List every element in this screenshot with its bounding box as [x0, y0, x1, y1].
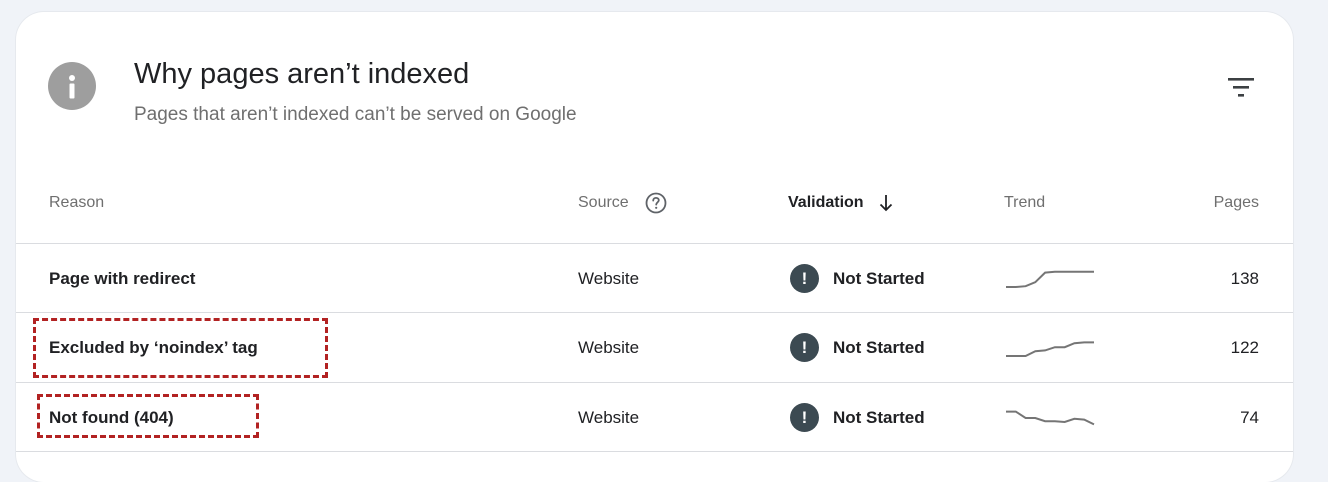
table-row[interactable]: Not found (404) Website ! Not Started 74	[16, 383, 1293, 452]
source-cell: Website	[578, 407, 640, 427]
exclamation-icon: !	[790, 264, 819, 293]
table-divider	[16, 451, 1293, 452]
help-icon[interactable]	[645, 192, 667, 214]
column-header-pages[interactable]: Pages	[1214, 194, 1259, 212]
column-header-reason[interactable]: Reason	[49, 194, 104, 212]
page-subtitle: Pages that aren’t indexed can’t be serve…	[134, 104, 577, 125]
reason-cell: Page with redirect	[49, 268, 196, 288]
validation-status: Not Started	[833, 337, 925, 357]
table-row[interactable]: Excluded by ‘noindex’ tag Website ! Not …	[16, 313, 1293, 382]
trend-cell	[1004, 313, 1096, 382]
trend-line	[1006, 270, 1094, 288]
trend-sparkline	[1006, 340, 1094, 357]
trend-line	[1006, 410, 1095, 425]
column-header-validation[interactable]: Validation	[788, 194, 894, 212]
trend-sparkline	[1006, 270, 1094, 288]
filter-icon[interactable]	[1226, 74, 1258, 102]
trend-line	[1006, 340, 1094, 357]
indexing-report-card: Why pages aren’t indexed Pages that aren…	[16, 12, 1293, 482]
column-header-validation-label: Validation	[788, 194, 864, 211]
validation-cell: ! Not Started	[790, 244, 925, 313]
exclamation-icon: !	[790, 333, 819, 362]
validation-cell: ! Not Started	[790, 383, 925, 452]
source-cell: Website	[578, 337, 640, 357]
sort-arrow-down-icon	[878, 194, 894, 212]
pages-cell: 122	[1230, 337, 1259, 357]
pages-cell: 138	[1230, 268, 1259, 288]
table-row[interactable]: Page with redirect Website ! Not Started…	[16, 244, 1293, 313]
reason-cell: Excluded by ‘noindex’ tag	[49, 337, 258, 357]
validation-status: Not Started	[833, 407, 925, 427]
column-header-trend[interactable]: Trend	[1004, 194, 1045, 212]
pages-cell: 74	[1240, 407, 1259, 427]
trend-cell	[1004, 244, 1096, 313]
exclamation-icon: !	[790, 403, 819, 432]
column-header-source[interactable]: Source	[578, 192, 667, 214]
source-cell: Website	[578, 268, 640, 288]
info-icon	[48, 62, 96, 110]
validation-status: Not Started	[833, 268, 925, 288]
trend-cell	[1004, 383, 1096, 452]
page-title: Why pages aren’t indexed	[134, 58, 470, 90]
reason-cell: Not found (404)	[49, 407, 174, 427]
validation-cell: ! Not Started	[790, 313, 925, 382]
trend-sparkline	[1006, 410, 1095, 425]
column-header-source-label: Source	[578, 194, 629, 211]
